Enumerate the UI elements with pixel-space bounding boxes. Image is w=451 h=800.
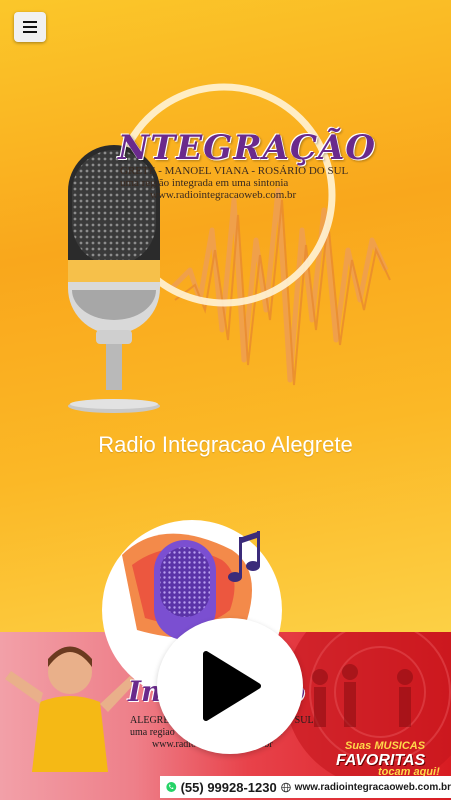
globe-icon — [280, 782, 291, 792]
woman-dancing-graphic — [5, 646, 136, 772]
logo-subtitle-website: www.radiointegracaoweb.com.br — [150, 189, 297, 201]
contact-website: www.radiointegracaoweb.com.br — [294, 781, 451, 793]
logo-subtitle-cities: GRETE - MANOEL VIANA - ROSÁRIO DO SUL — [120, 165, 349, 177]
menu-button[interactable] — [14, 12, 46, 42]
banner-line2-start: uma regiao — [130, 727, 175, 738]
logo-subtitle-slogan: uma região integrada em uma sintonia — [120, 177, 289, 189]
play-icon — [203, 651, 261, 721]
hamburger-menu-icon — [23, 21, 37, 33]
banner-fav-line1: Suas MUSICAS — [345, 740, 426, 752]
play-button[interactable] — [157, 618, 303, 754]
contact-phone: (55) 99928-1230 — [180, 779, 277, 795]
station-artwork — [68, 83, 391, 413]
station-name: Radio Integracao Alegrete — [98, 432, 353, 457]
whatsapp-icon — [166, 782, 177, 792]
contact-bar: (55) 99928-1230 www.radiointegracaoweb.c… — [160, 776, 451, 798]
station-logo-title: NTEGRAÇÃO — [118, 128, 377, 168]
